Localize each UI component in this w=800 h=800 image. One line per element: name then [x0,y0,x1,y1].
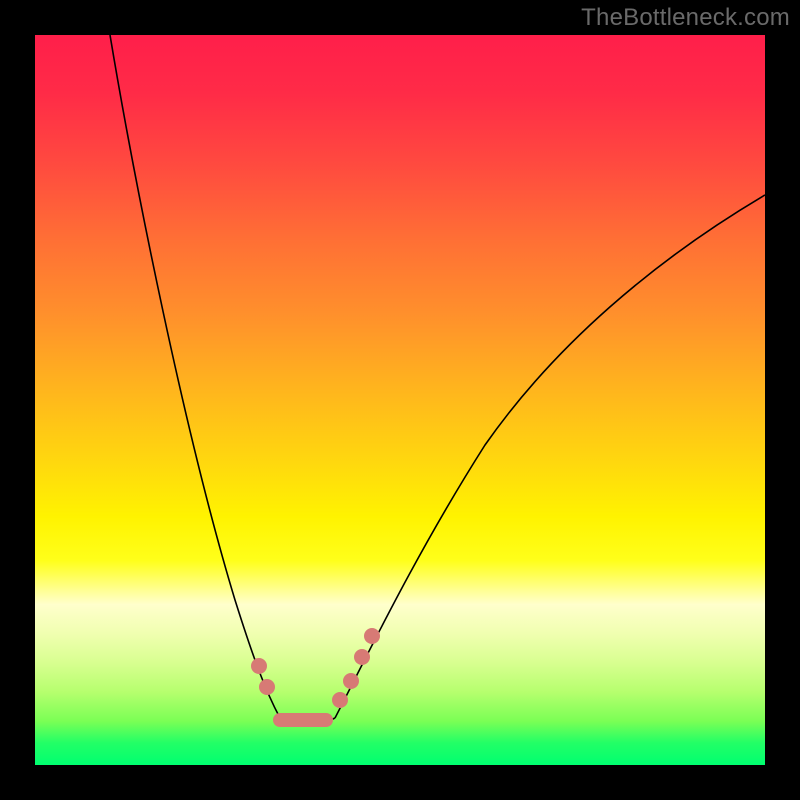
highlight-dot [259,679,275,695]
trough-highlight-bar [273,713,333,727]
plot-area [35,35,765,765]
curve-layer [35,35,765,765]
curve-right-branch [335,195,765,718]
attribution-text: TheBottleneck.com [581,4,790,32]
highlight-dot [343,673,359,689]
highlight-dot [332,692,348,708]
highlight-dot [251,658,267,674]
curve-left-branch [110,35,280,718]
highlight-dot [354,649,370,665]
chart-frame: TheBottleneck.com [0,0,800,800]
highlight-dot [364,628,380,644]
